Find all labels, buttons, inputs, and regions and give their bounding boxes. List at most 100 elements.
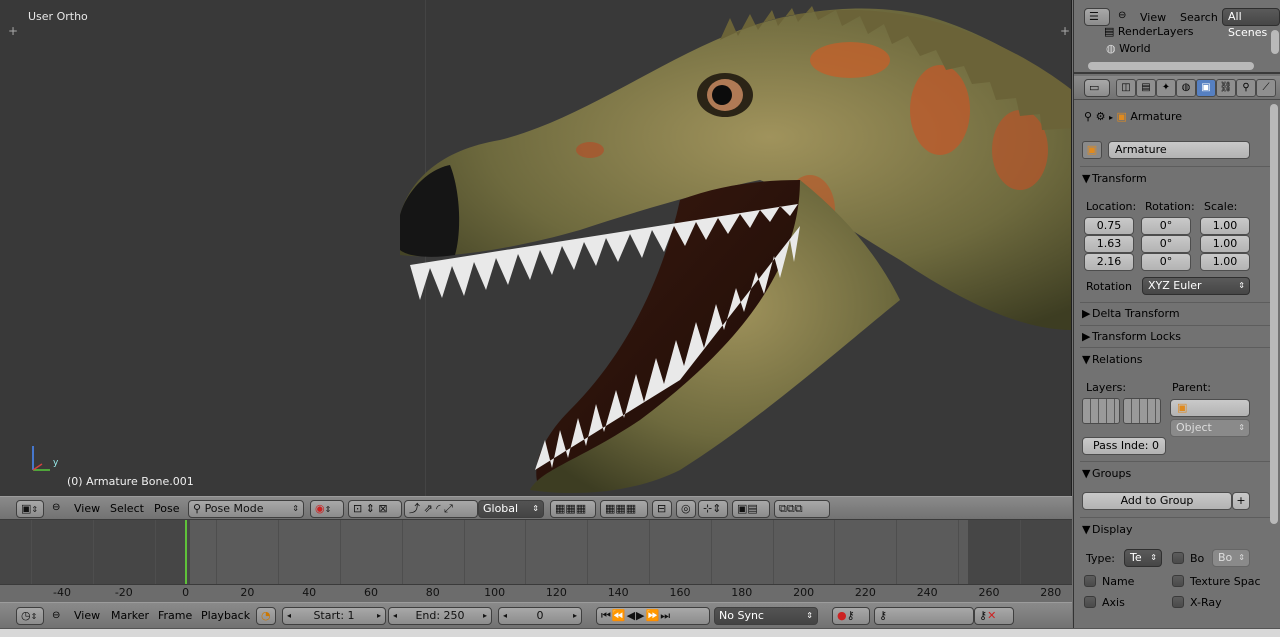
tab-bone[interactable]: ⟋ bbox=[1256, 79, 1276, 97]
outliner-scrollbar[interactable] bbox=[1271, 30, 1279, 54]
panel-groups[interactable]: ▼ Groups bbox=[1082, 467, 1131, 480]
mode-select[interactable]: ⚲ Pose Mode ⇕ bbox=[188, 500, 304, 518]
outliner-h-scrollbar[interactable] bbox=[1088, 62, 1254, 70]
rotation-x-field[interactable]: 0° bbox=[1141, 217, 1191, 235]
tab-render[interactable]: ◫ bbox=[1116, 79, 1136, 97]
tab-world[interactable]: ◍ bbox=[1176, 79, 1196, 97]
pin-icon[interactable]: ⚲ bbox=[1084, 110, 1092, 123]
panel-relations[interactable]: ▼ Relations bbox=[1082, 353, 1143, 366]
parent-field[interactable]: ▣ bbox=[1170, 399, 1250, 417]
panel-transform-locks[interactable]: ▶ Transform Locks bbox=[1082, 330, 1181, 343]
object-icon: ▣ bbox=[1201, 82, 1211, 93]
editor-type-button[interactable]: ◷⇕ bbox=[16, 607, 44, 625]
current-frame-field[interactable]: ◂ 0 ▸ bbox=[498, 607, 582, 625]
timeline-ruler[interactable]: -40 -20 0 20 40 60 80 100 120 140 160 180 200 220 240 2… bbox=[0, 584, 1072, 602]
rotation-mode-select[interactable]: XYZ Euler ⇕ bbox=[1142, 277, 1250, 295]
layers-grid-right[interactable] bbox=[1123, 398, 1161, 424]
panel-delta-transform[interactable]: ▶ Delta Transform bbox=[1082, 307, 1180, 320]
dinosaur-model[interactable] bbox=[380, 0, 1072, 496]
outliner-item-renderlayers[interactable]: ▤ RenderLayers bbox=[1104, 25, 1193, 38]
outliner-menu-view[interactable]: View bbox=[1140, 11, 1166, 24]
tab-constraints[interactable]: ⛓ bbox=[1216, 79, 1236, 97]
snap-element-button[interactable]: ⊹⇕ bbox=[698, 500, 728, 518]
location-x-field[interactable]: 0.75 bbox=[1084, 217, 1134, 235]
menu-playback[interactable]: Playback bbox=[201, 609, 250, 622]
lock-layers-button[interactable]: ⊟ bbox=[652, 500, 672, 518]
layers-grid-1[interactable]: ▦▦▦ bbox=[550, 500, 596, 518]
collapse-menu-icon[interactable]: ⊖ bbox=[52, 502, 60, 513]
collapse-menu-icon[interactable]: ⊖ bbox=[1118, 10, 1126, 21]
panel-display[interactable]: ▼ Display bbox=[1082, 523, 1133, 536]
3d-viewport[interactable]: User Ortho + + y (0) Armature Bone.001 bbox=[0, 0, 1072, 496]
rotation-z-field[interactable]: 0° bbox=[1141, 253, 1191, 271]
pose-copy-buttons[interactable]: ⧉⧉⧉ bbox=[774, 500, 830, 518]
xray-checkbox[interactable] bbox=[1172, 596, 1184, 608]
texture-space-checkbox[interactable] bbox=[1172, 575, 1184, 587]
divider bbox=[1080, 302, 1274, 303]
editor-type-button[interactable]: ▣⇕ bbox=[16, 500, 44, 518]
keying-set-field[interactable]: ⚷ bbox=[874, 607, 974, 625]
outliner[interactable]: ☰ ⊖ View Search All Scenes ▤ RenderLayer… bbox=[1074, 0, 1280, 74]
name-checkbox[interactable] bbox=[1084, 575, 1096, 587]
shading-select[interactable]: ◉⇕ bbox=[310, 500, 344, 518]
collapse-menu-icon[interactable]: ⊖ bbox=[52, 610, 60, 621]
tab-render-layers[interactable]: ▤ bbox=[1136, 79, 1156, 97]
menu-view[interactable]: View bbox=[74, 609, 100, 622]
tab-object[interactable]: ▣ bbox=[1196, 79, 1216, 97]
orientation-label: Global bbox=[483, 502, 519, 515]
object-type-icon: ▣ bbox=[1082, 141, 1102, 159]
outliner-menu-search[interactable]: Search bbox=[1180, 11, 1218, 24]
add-group-plus-button[interactable]: + bbox=[1232, 492, 1250, 510]
outliner-editor-type[interactable]: ☰ bbox=[1084, 8, 1110, 26]
updown-icon: ⇕ bbox=[1150, 553, 1157, 562]
ruler-tick-label: -40 bbox=[53, 586, 71, 599]
outliner-item-world[interactable]: ◍ World bbox=[1106, 42, 1151, 55]
layers-grid-2[interactable]: ▦▦▦ bbox=[600, 500, 648, 518]
orientation-select[interactable]: Global ⇕ bbox=[478, 500, 544, 518]
end-frame-field[interactable]: ◂ End: 250 ▸ bbox=[388, 607, 492, 625]
object-name-field[interactable]: Armature bbox=[1108, 141, 1250, 159]
auto-keyframe-button[interactable]: ●⚷ bbox=[832, 607, 870, 625]
pivot-select[interactable]: ⊡ ⇕ ⊠ bbox=[348, 500, 402, 518]
menu-frame[interactable]: Frame bbox=[158, 609, 192, 622]
menu-marker[interactable]: Marker bbox=[111, 609, 149, 622]
scale-x-field[interactable]: 1.00 bbox=[1200, 217, 1250, 235]
location-z-field[interactable]: 2.16 bbox=[1084, 253, 1134, 271]
menu-select[interactable]: Select bbox=[110, 502, 144, 515]
render-buttons[interactable]: ▣▤ bbox=[732, 500, 770, 518]
sync-select[interactable]: No Sync ⇕ bbox=[714, 607, 818, 625]
ruler-tick-label: 180 bbox=[731, 586, 753, 599]
scale-z-field[interactable]: 1.00 bbox=[1200, 253, 1250, 271]
playback-controls[interactable]: ⏮⏪◀▶⏩⏭ bbox=[596, 607, 710, 625]
properties-editor-type[interactable]: ▭ bbox=[1084, 79, 1110, 97]
axis-checkbox[interactable] bbox=[1084, 596, 1096, 608]
keying-buttons[interactable]: ⚷✕ bbox=[974, 607, 1014, 625]
scale-y-field[interactable]: 1.00 bbox=[1200, 235, 1250, 253]
menu-pose[interactable]: Pose bbox=[154, 502, 179, 515]
pose-mode-icon: ⚲ bbox=[193, 502, 202, 515]
ruler-tick-label: 60 bbox=[364, 586, 378, 599]
tab-scene[interactable]: ✦ bbox=[1156, 79, 1176, 97]
start-frame-field[interactable]: ◂ Start: 1 ▸ bbox=[282, 607, 386, 625]
proportional-button[interactable]: ◎ bbox=[676, 500, 696, 518]
menu-view[interactable]: View bbox=[74, 502, 100, 515]
rotation-y-field[interactable]: 0° bbox=[1141, 235, 1191, 253]
outliner-scene-filter[interactable]: All Scenes bbox=[1222, 8, 1280, 39]
panel-transform[interactable]: ▼ Transform bbox=[1082, 172, 1147, 185]
area-split-handle-left[interactable]: + bbox=[8, 24, 18, 38]
timeline-playhead[interactable] bbox=[184, 520, 187, 588]
bounds-type-select[interactable]: Bo ⇕ bbox=[1212, 549, 1250, 567]
add-to-group-button[interactable]: Add to Group bbox=[1082, 492, 1232, 510]
display-type-select[interactable]: Te ⇕ bbox=[1124, 549, 1162, 567]
properties-scrollbar[interactable] bbox=[1270, 104, 1278, 524]
pass-index-field[interactable]: Pass Inde: 0 bbox=[1082, 437, 1166, 455]
parent-type-select[interactable]: Object ⇕ bbox=[1170, 419, 1250, 437]
tab-armature[interactable]: ⚲ bbox=[1236, 79, 1256, 97]
bounds-checkbox[interactable] bbox=[1172, 552, 1184, 564]
location-y-field[interactable]: 1.63 bbox=[1084, 235, 1134, 253]
panel-title: Transform bbox=[1092, 172, 1147, 185]
manipulator-toggle[interactable]: ⤴ ⇗ ◜ ⤢ bbox=[404, 500, 478, 518]
layers-grid-left[interactable] bbox=[1082, 398, 1120, 424]
preview-range-button[interactable]: ◔ bbox=[256, 607, 276, 625]
timeline-editor[interactable]: -40 -20 0 20 40 60 80 100 120 140 160 180 200 220 240 2… bbox=[0, 520, 1072, 602]
